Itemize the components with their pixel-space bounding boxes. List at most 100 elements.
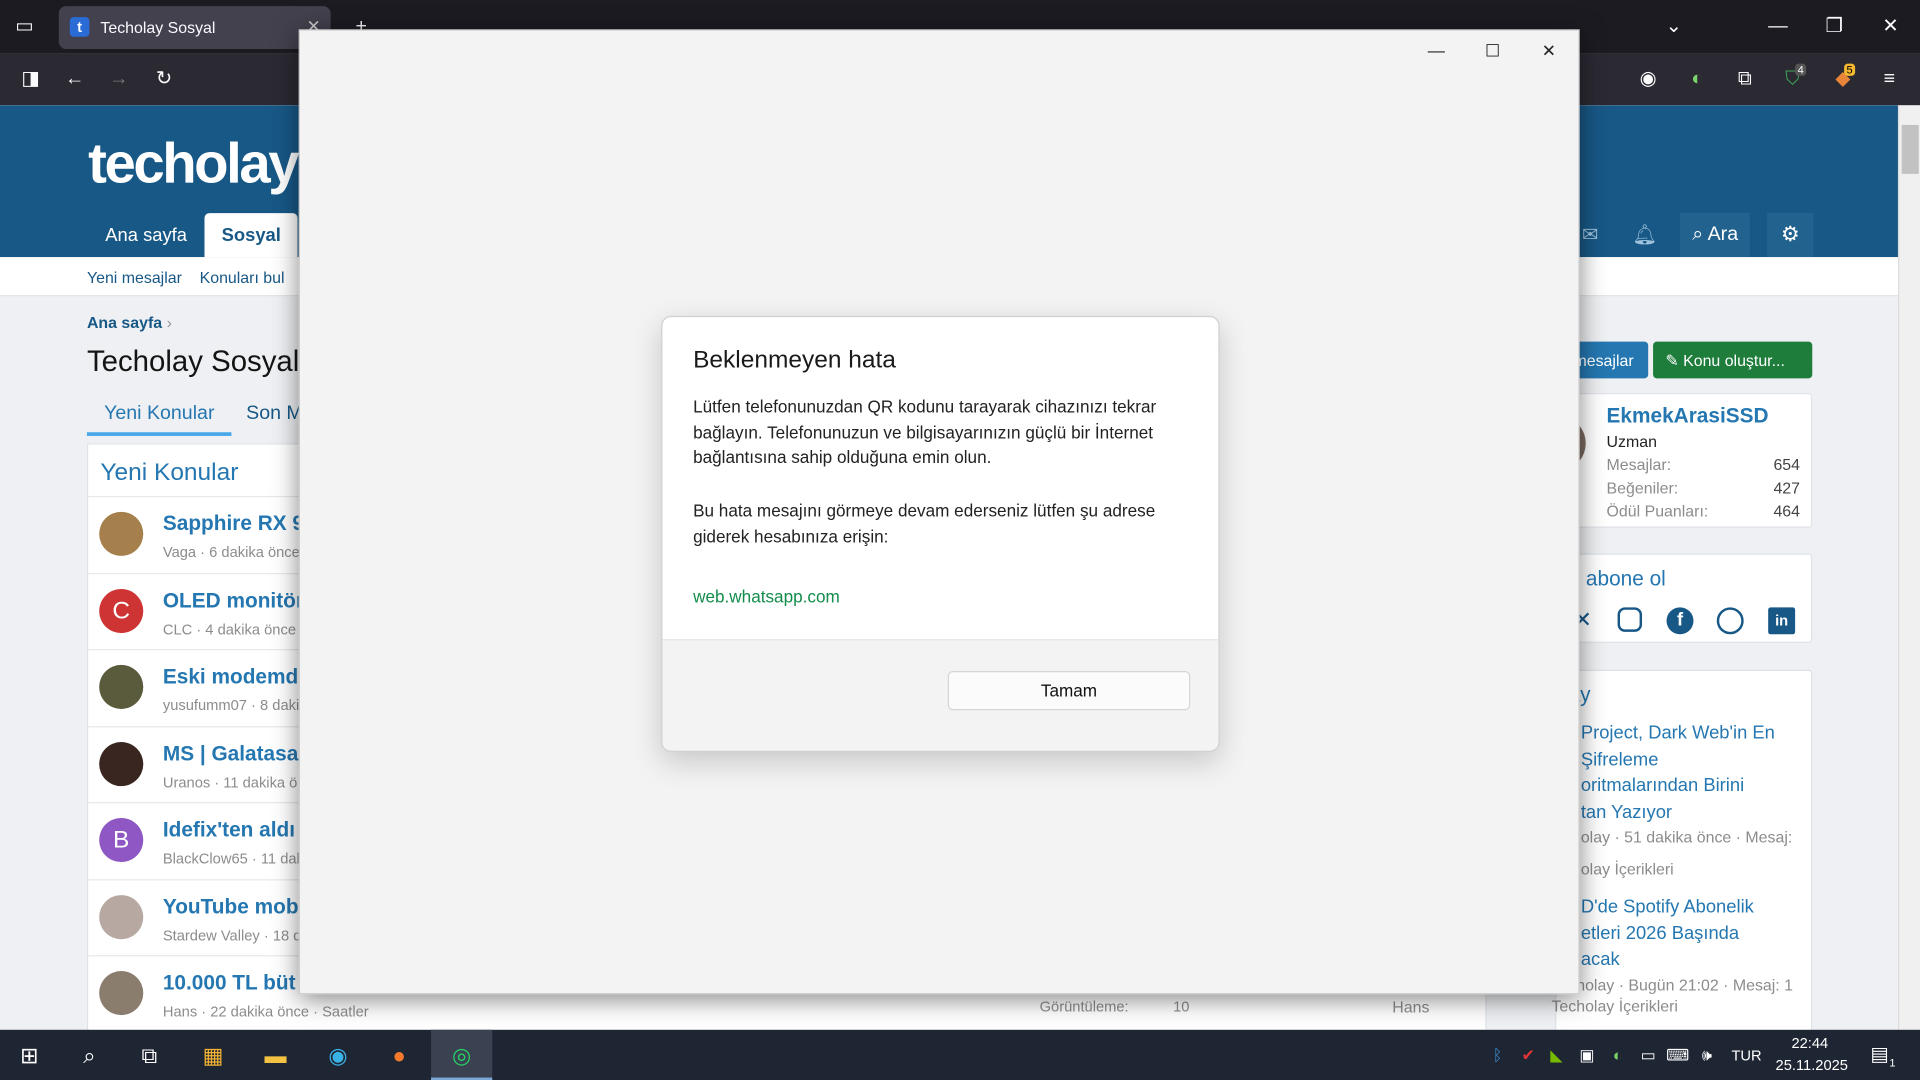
avatar[interactable] bbox=[99, 971, 144, 1016]
task-view-icon[interactable]: ⧉ bbox=[133, 1040, 165, 1072]
profile-stat: Beğeniler: 427 bbox=[1607, 479, 1800, 497]
edge-icon[interactable]: ◉ bbox=[322, 1040, 354, 1072]
news-headline[interactable]: oritmalarından Birini bbox=[1581, 775, 1744, 796]
start-icon[interactable]: ⊞ bbox=[13, 1040, 45, 1072]
tray-globe-icon[interactable]: ◐ bbox=[1602, 1040, 1634, 1072]
views-label: Görüntüleme: bbox=[1039, 997, 1129, 1016]
tab-recent[interactable]: Son M bbox=[246, 403, 303, 425]
battery-icon[interactable]: ▭ bbox=[1632, 1040, 1664, 1072]
mail-icon[interactable]: ✉ bbox=[1582, 223, 1598, 247]
scroll-thumb[interactable] bbox=[1901, 124, 1919, 174]
create-thread-button[interactable]: ✎ Konu oluştur... bbox=[1653, 341, 1813, 379]
thread-title[interactable]: YouTube mob bbox=[163, 894, 299, 918]
dialog-hint: Bu hata mesajını görmeye devam ederseniz… bbox=[693, 500, 1156, 546]
store-icon[interactable]: ▦ bbox=[197, 1040, 229, 1072]
thread-title[interactable]: 10.000 TL büt bbox=[163, 971, 296, 995]
menu-icon[interactable]: ≡ bbox=[1875, 67, 1904, 91]
app-close-icon[interactable]: ✕ bbox=[1534, 40, 1563, 64]
whatsapp-task[interactable]: ◎ bbox=[431, 1029, 493, 1080]
back-icon[interactable]: ← bbox=[60, 67, 89, 91]
news-category[interactable]: Techolay İçerikleri bbox=[1551, 996, 1678, 1014]
bluetooth-icon[interactable]: ᛒ bbox=[1482, 1040, 1514, 1072]
news-headline[interactable]: tan Yazıyor bbox=[1581, 801, 1672, 822]
thread-title[interactable]: OLED monitör bbox=[163, 588, 304, 612]
site-logo[interactable]: techolay bbox=[88, 130, 299, 196]
thread-title[interactable]: MS | Galatasa bbox=[163, 741, 298, 765]
news-headline[interactable]: acak bbox=[1581, 949, 1620, 970]
avatar[interactable]: B bbox=[99, 817, 144, 863]
news-category[interactable]: olay İçerikleri bbox=[1581, 860, 1674, 878]
tab-new-threads[interactable]: Yeni Konular bbox=[86, 403, 232, 436]
extensions-puzzle-icon[interactable]: ⧉ bbox=[1730, 67, 1759, 91]
browser-tab[interactable]: t Techolay Sosyal ✕ bbox=[58, 6, 331, 49]
avatar[interactable] bbox=[99, 741, 144, 786]
ok-button[interactable]: Tamam bbox=[947, 671, 1191, 711]
whatsapp-web-link[interactable]: web.whatsapp.com bbox=[693, 587, 840, 607]
file-explorer-icon[interactable]: ▬ bbox=[260, 1040, 292, 1072]
thread-meta: yusufumm07 · 8 daki bbox=[162, 696, 300, 714]
avatar[interactable]: C bbox=[99, 588, 144, 633]
whatsapp-icon[interactable] bbox=[1716, 607, 1744, 635]
close-window-icon[interactable]: ✕ bbox=[1876, 15, 1905, 39]
facebook-icon[interactable]: f bbox=[1666, 607, 1694, 635]
volume-icon[interactable]: 🕪︎ bbox=[1691, 1040, 1723, 1072]
settings-icon[interactable]: ⚙ bbox=[1766, 213, 1814, 258]
avatar[interactable] bbox=[99, 894, 144, 939]
tab-list-icon[interactable]: ▭ bbox=[10, 15, 39, 39]
tray-device-icon[interactable]: ▣ bbox=[1571, 1040, 1603, 1072]
extension-globe-icon[interactable]: ◐ bbox=[1682, 67, 1711, 91]
avatar[interactable] bbox=[99, 511, 144, 556]
search-button[interactable]: ⌕ Ara bbox=[1680, 213, 1751, 258]
page-title: Techolay Sosyal bbox=[86, 345, 300, 379]
bell-icon[interactable]: 🔔︎ bbox=[1632, 223, 1657, 247]
clock-time[interactable]: 22:44 bbox=[1791, 1035, 1828, 1052]
extension-badge: 4 bbox=[1795, 63, 1807, 76]
breadcrumb-home[interactable]: Ana sayfa bbox=[87, 313, 162, 331]
news-headline[interactable]: Project, Dark Web'in En bbox=[1581, 722, 1775, 743]
stat-label: Mesajlar: bbox=[1606, 455, 1672, 474]
follow-card: t, abone ol ✕ f in bbox=[1555, 553, 1813, 643]
app-maximize-icon[interactable]: ☐ bbox=[1478, 40, 1507, 64]
nav-social[interactable]: Sosyal bbox=[204, 213, 299, 258]
tray-app-icon[interactable]: ✔ bbox=[1512, 1040, 1544, 1072]
restore-icon[interactable]: ❐ bbox=[1820, 15, 1849, 39]
reload-icon[interactable]: ↻ bbox=[149, 67, 178, 91]
linkedin-icon[interactable]: in bbox=[1768, 607, 1796, 635]
thread-meta: BlackClow65 · 11 dak bbox=[162, 849, 304, 867]
extension-icon[interactable]: ◉ bbox=[1633, 67, 1662, 91]
forward-icon[interactable]: → bbox=[104, 67, 133, 91]
subnav-find-threads[interactable]: Konuları bul bbox=[200, 268, 285, 286]
news-headline[interactable]: Şifreleme bbox=[1581, 749, 1659, 770]
profile-name[interactable]: EkmekArasiSSD bbox=[1607, 404, 1769, 428]
sidebar-icon[interactable]: ◨ bbox=[16, 67, 45, 91]
avatar[interactable] bbox=[99, 664, 144, 709]
thread-title[interactable]: Idefix'ten aldı bbox=[163, 818, 295, 842]
clock-date[interactable]: 25.11.2025 bbox=[1776, 1057, 1848, 1074]
breadcrumb[interactable]: Ana sayfa › bbox=[87, 313, 172, 331]
profile-role: Uzman bbox=[1606, 432, 1657, 451]
language-indicator[interactable]: TUR bbox=[1731, 1047, 1761, 1064]
search-icon[interactable]: ⌕ bbox=[73, 1040, 105, 1072]
nvidia-icon[interactable]: ◣ bbox=[1540, 1040, 1572, 1072]
subnav-new-messages[interactable]: Yeni mesajlar bbox=[87, 268, 182, 286]
dialog-title: Beklenmeyen hata bbox=[693, 346, 896, 374]
dialog-message: Lütfen telefonunuzdan QR kodunu tarayara… bbox=[693, 396, 1157, 467]
nav-home[interactable]: Ana sayfa bbox=[88, 213, 204, 257]
news-headline[interactable]: etleri 2026 Başında bbox=[1581, 923, 1739, 944]
dialog-footer: Tamam bbox=[662, 639, 1219, 751]
thread-meta: Vaga · 6 dakika önce bbox=[162, 543, 300, 561]
app-minimize-icon[interactable]: — bbox=[1422, 40, 1451, 64]
news-headline[interactable]: D'de Spotify Abonelik bbox=[1581, 896, 1754, 917]
extension-badge-2: 5 bbox=[1844, 63, 1856, 76]
page-scrollbar[interactable] bbox=[1897, 105, 1920, 1030]
last-poster[interactable]: Hans bbox=[1392, 998, 1429, 1016]
network-icon[interactable]: ⌨ bbox=[1662, 1040, 1694, 1072]
instagram-icon[interactable] bbox=[1617, 607, 1643, 632]
minimize-icon[interactable]: — bbox=[1763, 15, 1792, 39]
thread-title[interactable]: Sapphire RX 9 bbox=[163, 512, 304, 536]
whatsapp-taskbar-icon: ◎ bbox=[452, 1043, 472, 1068]
tabs-dropdown-icon[interactable]: ⌄ bbox=[1659, 15, 1688, 39]
thread-title[interactable]: Eski modemd bbox=[163, 665, 298, 689]
list-title: Yeni Konular bbox=[100, 459, 239, 487]
firefox-icon[interactable]: ● bbox=[383, 1040, 415, 1072]
